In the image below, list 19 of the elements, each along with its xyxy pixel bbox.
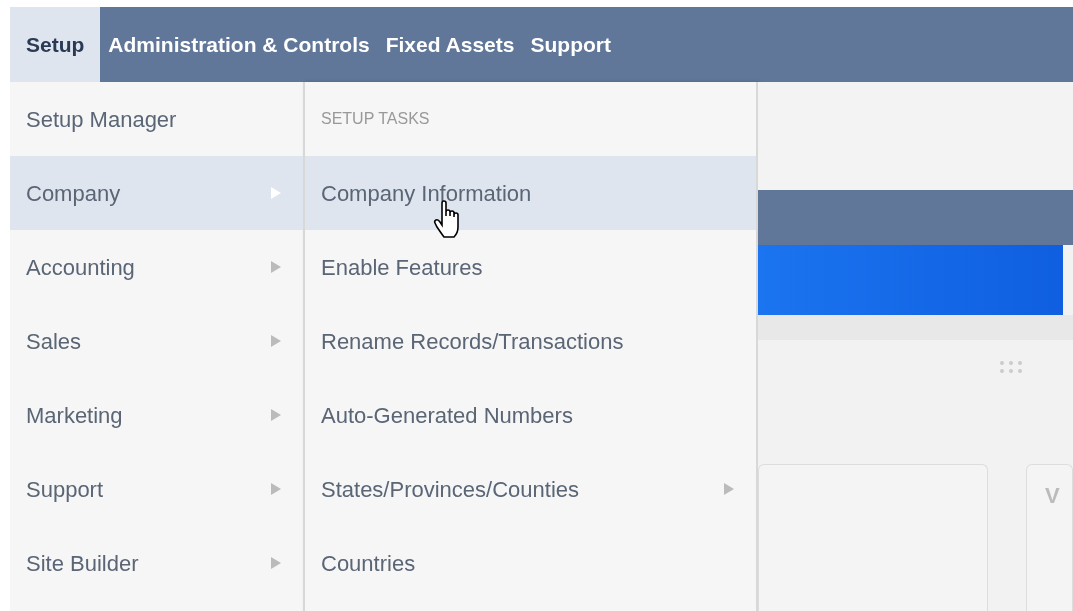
menu-item[interactable]: Marketing <box>10 378 303 452</box>
menu-item[interactable]: Setup Manager <box>10 82 303 156</box>
menu-tab[interactable]: Support <box>522 7 619 82</box>
menu-item[interactable]: Rename Records/Transactions <box>305 304 756 378</box>
menu-tab[interactable]: Fixed Assets <box>377 7 523 82</box>
menu-tab[interactable]: Setup <box>10 7 101 82</box>
drag-handle-icon[interactable] <box>999 360 1023 374</box>
menu-item[interactable]: Accounting <box>10 230 303 304</box>
card-title: V <box>1045 483 1060 508</box>
menu-item[interactable]: States/Provinces/Counties <box>305 452 756 526</box>
section-header: SETUP TASKS <box>320 109 431 129</box>
menu-item[interactable]: Auto-Generated Numbers <box>305 378 756 452</box>
menu-item[interactable]: Site Builder <box>10 526 303 600</box>
menu-item[interactable]: Company <box>10 156 303 230</box>
menu-tab[interactable]: Administration & Controls <box>100 7 378 82</box>
menu-item[interactable]: Enable Features <box>305 230 756 304</box>
menu-item[interactable]: Support <box>10 452 303 526</box>
menu-item[interactable]: Countries <box>305 526 756 600</box>
menu-item[interactable]: Sales <box>10 304 303 378</box>
